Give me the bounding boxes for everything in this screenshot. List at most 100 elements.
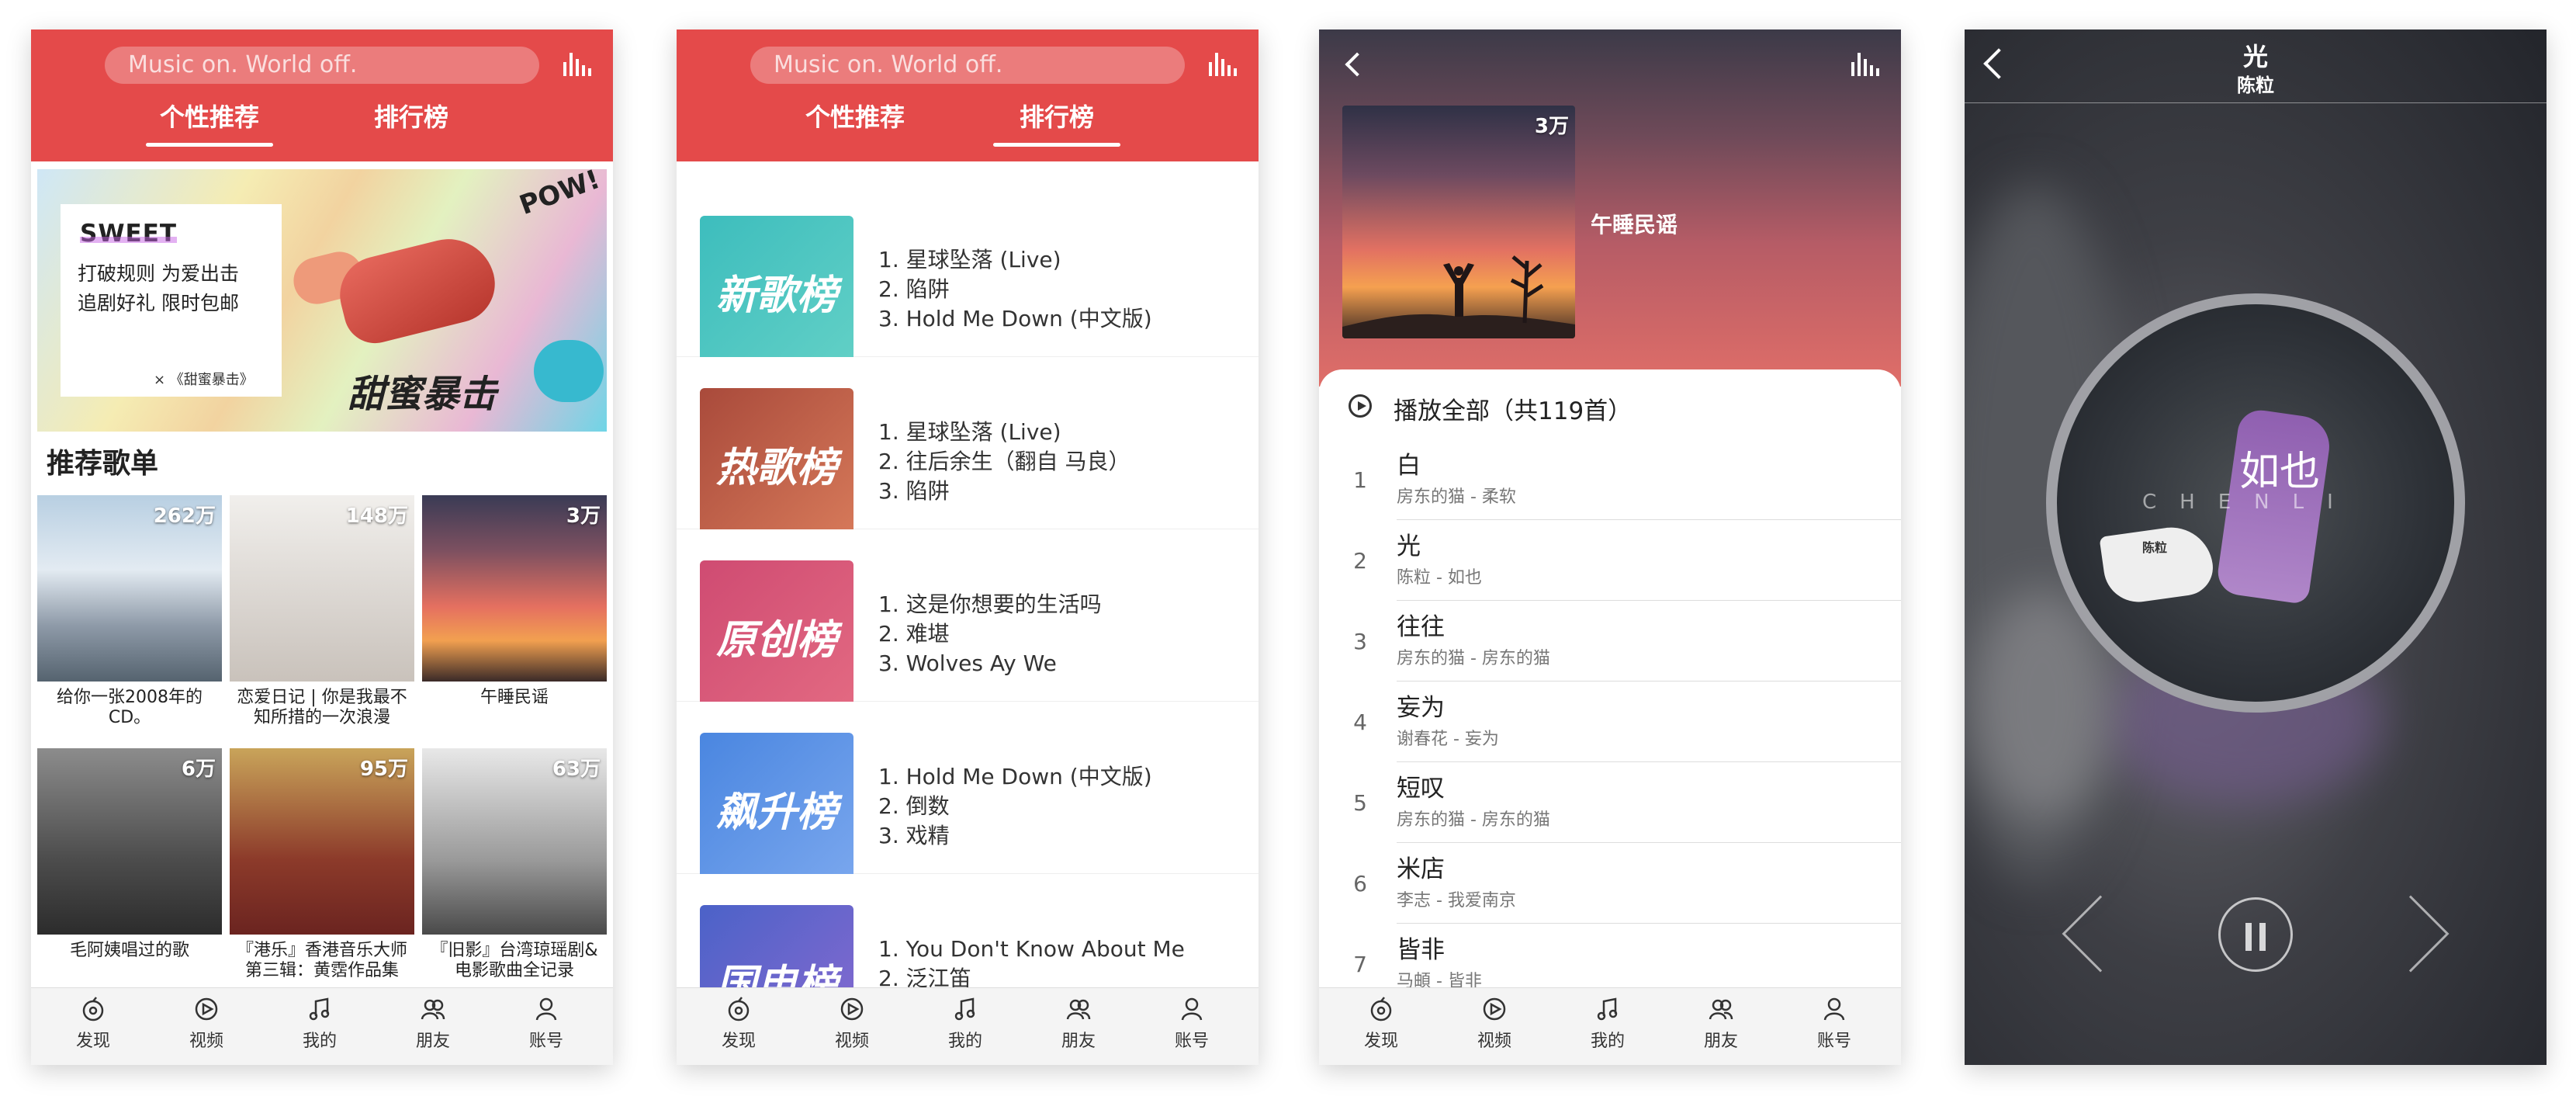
banner-art-title: 甜蜜暴击 — [348, 373, 497, 416]
playlist-card[interactable]: 262万 给你一张2008年的CD。 — [37, 495, 222, 728]
nav-friends[interactable]: 朋友 — [1682, 996, 1760, 1052]
song-name: 往往 — [1397, 613, 1445, 641]
song-artist: 李志 - 我爱南京 — [1397, 891, 1516, 910]
song-row[interactable]: 1 白房东的猫 - 柔软 — [1319, 439, 1901, 520]
music-note-icon — [954, 997, 975, 1021]
chart-song: 2. 陷阱 — [878, 276, 950, 302]
nav-mine[interactable]: 我的 — [281, 996, 358, 1052]
chart-cover: 原创榜 — [700, 560, 853, 714]
song-row[interactable]: 6 米店 李志 - 我爱南京 — [1319, 843, 1901, 924]
playlist-card[interactable]: 3万 午睡民谣 — [422, 495, 607, 708]
playlist-card[interactable]: 148万 恋爱日记 | 你是我最不知所措的一次浪漫 — [230, 495, 414, 728]
banner-card: SWEET 打破规则 为爱出击 追剧好礼 限时包邮 × 《甜蜜暴击》 — [61, 204, 282, 397]
nav-account[interactable]: 账号 — [507, 996, 585, 1052]
chart-cover-title: 飙升榜 — [715, 789, 837, 836]
playlist-cover: 6万 — [37, 748, 222, 935]
tab-recommend[interactable]: 个性推荐 — [140, 98, 279, 147]
nav-account[interactable]: 账号 — [1153, 996, 1231, 1052]
chart-song: 3. 陷阱 — [878, 478, 950, 504]
friends-icon — [1709, 999, 1733, 1020]
chart-song: 2. 难堪 — [878, 621, 950, 647]
banner-line-2: 追剧好礼 限时包邮 — [78, 292, 239, 314]
song-name: 皆非 — [1397, 936, 1445, 964]
song-artist: 房东的猫 - 房东的猫 — [1397, 649, 1550, 668]
chart-top-songs: 1. Hold Me Down (中文版) 2. 倒数 3. 戏精 — [878, 762, 1152, 851]
chart-song: 3. 戏精 — [878, 823, 950, 848]
chart-song: 2. 往后余生（翻自 马良） — [878, 449, 1130, 474]
charts-screen: Music on. World off. 个性推荐 排行榜 新歌榜 1. 星球坠落… — [677, 29, 1259, 1065]
chart-song: 2. 倒数 — [878, 793, 950, 819]
tab-recommend[interactable]: 个性推荐 — [785, 98, 925, 134]
song-row[interactable]: 4 妄为 谢春花 - 妄为 — [1319, 682, 1901, 762]
search-input[interactable]: Music on. World off. — [750, 47, 1185, 84]
chart-board[interactable]: 原创榜 1. 这是你想要的生活吗 2. 难堪 3. Wolves Ay We — [677, 529, 1259, 714]
playlist-card[interactable]: 63万 『旧影』台湾琼瑶剧&电影歌曲全记录 — [422, 748, 607, 981]
playlist-card[interactable]: 95万 『港乐』香港音乐大师第三辑：黄霑作品集 — [230, 748, 414, 981]
song-name: 妄为 — [1397, 694, 1445, 722]
playlist-card[interactable]: 6万 毛阿姨唱过的歌 — [37, 748, 222, 961]
chart-top-songs: 1. 星球坠落 (Live) 2. 陷阱 3. Hold Me Down (中文版) — [878, 245, 1152, 334]
chart-song: 1. You Don't Know About Me — [878, 936, 1185, 962]
nav-video[interactable]: 视频 — [813, 996, 891, 1052]
music-note-icon — [309, 997, 330, 1021]
playlist-cover: 148万 — [230, 495, 414, 682]
song-artist: 陈粒 — [2237, 75, 2274, 96]
song-artist: 陈粒 - 如也 — [1397, 568, 1482, 588]
equalizer-icon[interactable] — [1851, 53, 1881, 76]
bottom-nav: 发现 视频 我的 朋友 账号 — [677, 987, 1259, 1065]
chart-top-songs: 1. 星球坠落 (Live) 2. 往后余生（翻自 马良） 3. 陷阱 — [878, 418, 1130, 506]
promo-banner[interactable]: POW! 甜蜜暴击 SWEET 打破规则 为爱出击 追剧好礼 限时包邮 × 《甜… — [37, 169, 607, 432]
song-number: 2 — [1353, 548, 1367, 574]
play-count: 95万 — [359, 758, 408, 781]
chart-top-songs: 1. 这是你想要的生活吗 2. 难堪 3. Wolves Ay We — [878, 590, 1102, 678]
section-title: 推荐歌单 — [47, 448, 159, 480]
top-bar: Music on. World off. 个性推荐 排行榜 — [31, 29, 613, 161]
song-row[interactable]: 2 光陈粒 - 如也 — [1319, 520, 1901, 601]
play-count: 3万 — [1534, 115, 1569, 138]
top-bar: Music on. World off. 个性推荐 排行榜 — [677, 29, 1259, 161]
play-count: 63万 — [552, 758, 601, 781]
nav-video[interactable]: 视频 — [1456, 996, 1533, 1052]
nav-discover[interactable]: 发现 — [1342, 996, 1420, 1052]
chart-cover-title: 热歌榜 — [715, 445, 837, 491]
silhouette-illustration — [1342, 255, 1575, 338]
song-name: 光 — [1397, 532, 1421, 560]
search-input[interactable]: Music on. World off. — [105, 47, 539, 84]
chart-board[interactable]: 飙升榜 1. Hold Me Down (中文版) 2. 倒数 3. 戏精 — [677, 702, 1259, 886]
play-circle-icon — [1349, 394, 1372, 418]
chart-board[interactable]: 新歌榜 1. 星球坠落 (Live) 2. 陷阱 3. Hold Me Down (中… — [677, 185, 1259, 369]
nav-friends[interactable]: 朋友 — [394, 996, 472, 1052]
song-row[interactable]: 5 短叹 房东的猫 - 房东的猫 — [1319, 762, 1901, 843]
header-divider — [1965, 102, 2547, 103]
song-name: 白 — [1397, 452, 1421, 480]
song-row[interactable]: 3 往往房东的猫 - 房东的猫 — [1319, 601, 1901, 682]
nav-video[interactable]: 视频 — [168, 996, 245, 1052]
fist-illustration — [331, 229, 504, 350]
equalizer-icon[interactable] — [563, 53, 593, 76]
song-name: 短叹 — [1397, 775, 1445, 803]
nav-account[interactable]: 账号 — [1795, 996, 1873, 1052]
playlist-title: 给你一张2008年的CD。 — [57, 688, 203, 727]
disc-mark: 陈粒 — [2142, 540, 2168, 555]
song-number: 5 — [1353, 790, 1367, 816]
nav-discover[interactable]: 发现 — [700, 996, 777, 1052]
song-number: 3 — [1353, 629, 1367, 654]
equalizer-icon[interactable] — [1209, 53, 1238, 76]
nav-discover[interactable]: 发现 — [54, 996, 132, 1052]
chart-board[interactable]: 热歌榜 1. 星球坠落 (Live) 2. 往后余生（翻自 马良） 3. 陷阱 — [677, 357, 1259, 542]
nav-mine[interactable]: 我的 — [926, 996, 1004, 1052]
playlist-title: 午睡民谣 — [480, 688, 549, 707]
album-disc[interactable]: CHENLI 如也 陈粒 — [2046, 293, 2465, 713]
song-number: 6 — [1353, 871, 1367, 897]
nav-friends[interactable]: 朋友 — [1040, 996, 1117, 1052]
friends-icon — [1066, 999, 1091, 1020]
tab-charts[interactable]: 排行榜 — [987, 98, 1127, 147]
bottom-nav: 发现 视频 我的 朋友 账号 — [31, 987, 613, 1065]
pause-button[interactable] — [2218, 897, 2293, 972]
nav-mine[interactable]: 我的 — [1569, 996, 1646, 1052]
splash-illustration — [534, 340, 604, 402]
playlist-cover: 3万 — [1342, 106, 1575, 338]
brush-stroke — [2099, 522, 2217, 607]
video-icon — [195, 997, 218, 1021]
tab-charts[interactable]: 排行榜 — [341, 98, 481, 134]
